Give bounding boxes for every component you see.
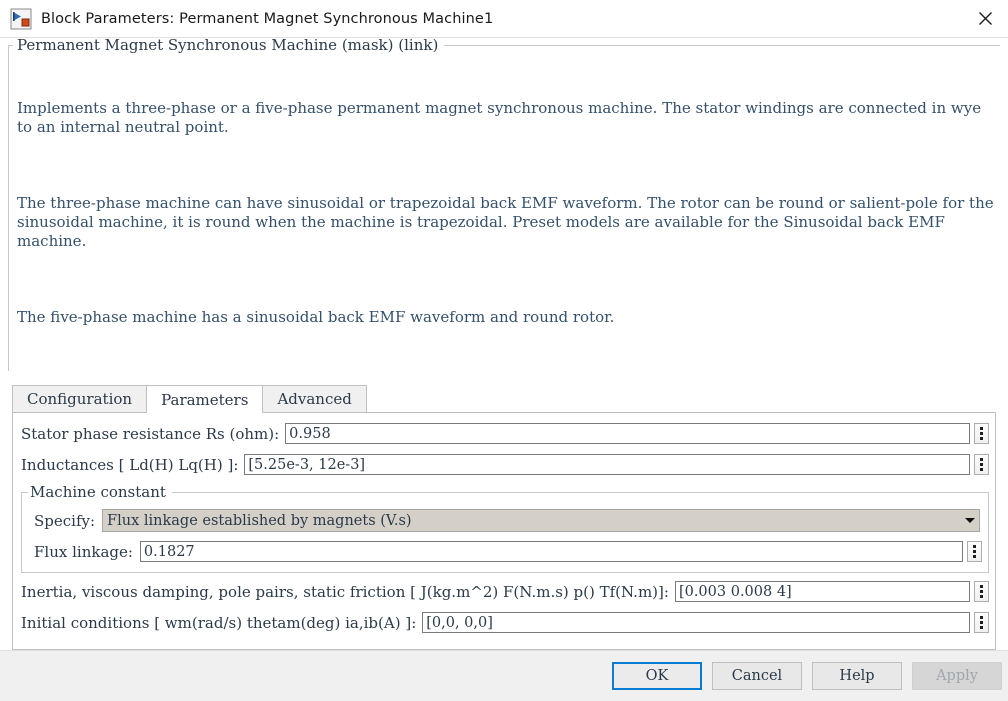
simulink-block-icon xyxy=(10,8,32,30)
help-button[interactable]: Help xyxy=(812,662,902,690)
mask-description-group: Permanent Magnet Synchronous Machine (ma… xyxy=(8,38,1000,371)
flux-linkage-options-icon[interactable] xyxy=(967,541,982,562)
title-bar: Block Parameters: Permanent Magnet Synch… xyxy=(0,0,1008,38)
stator-resistance-label: Stator phase resistance Rs (ohm): xyxy=(21,424,280,443)
dialog-content: Permanent Magnet Synchronous Machine (ma… xyxy=(0,38,1008,650)
row-inertia: Inertia, viscous damping, pole pairs, st… xyxy=(17,581,991,602)
specify-dropdown[interactable]: Flux linkage established by magnets (V.s… xyxy=(102,509,980,532)
inertia-options-icon[interactable] xyxy=(974,581,989,602)
specify-selected-value: Flux linkage established by magnets (V.s… xyxy=(107,512,412,529)
inductances-label: Inductances [ Ld(H) Lq(H) ]: xyxy=(21,455,239,474)
machine-constant-group: Machine constant Specify: Flux linkage e… xyxy=(21,485,989,573)
row-initial-conditions: Initial conditions [ wm(rad/s) thetam(de… xyxy=(17,612,991,633)
chevron-down-icon xyxy=(961,518,979,523)
flux-linkage-label: Flux linkage: xyxy=(34,542,133,561)
inertia-label: Inertia, viscous damping, pole pairs, st… xyxy=(21,582,669,601)
stator-resistance-options-icon[interactable] xyxy=(974,423,989,444)
initial-conditions-options-icon[interactable] xyxy=(974,612,989,633)
ok-button[interactable]: OK xyxy=(612,662,702,690)
block-parameters-dialog: Block Parameters: Permanent Magnet Synch… xyxy=(0,0,1008,701)
machine-constant-legend: Machine constant xyxy=(30,483,166,501)
initial-conditions-input[interactable] xyxy=(422,612,970,633)
inductances-options-icon[interactable] xyxy=(974,454,989,475)
row-inductances: Inductances [ Ld(H) Lq(H) ]: xyxy=(17,454,991,475)
description-paragraph: Implements a three-phase or a five-phase… xyxy=(17,99,986,136)
description-paragraph: The three-phase machine can have sinusoi… xyxy=(17,194,999,250)
tab-strip: Configuration Parameters Advanced xyxy=(8,385,1000,413)
description-paragraph: The five-phase machine has a sinusoidal … xyxy=(17,308,615,326)
tab-configuration[interactable]: Configuration xyxy=(12,385,148,412)
stator-resistance-input[interactable] xyxy=(285,423,970,444)
flux-linkage-input[interactable] xyxy=(139,541,963,562)
window-title: Block Parameters: Permanent Magnet Synch… xyxy=(41,10,494,27)
row-specify: Specify: Flux linkage established by mag… xyxy=(28,509,982,532)
row-flux-linkage: Flux linkage: xyxy=(28,541,982,562)
initial-conditions-label: Initial conditions [ wm(rad/s) thetam(de… xyxy=(21,613,417,632)
mask-description-legend: Permanent Magnet Synchronous Machine (ma… xyxy=(17,36,439,54)
row-stator-resistance: Stator phase resistance Rs (ohm): xyxy=(17,423,991,444)
tab-parameters[interactable]: Parameters xyxy=(146,385,264,413)
apply-button[interactable]: Apply xyxy=(912,662,1002,690)
inductances-input[interactable] xyxy=(244,454,970,475)
tab-advanced[interactable]: Advanced xyxy=(262,385,367,412)
close-icon[interactable] xyxy=(962,0,1008,37)
dialog-button-bar: OK Cancel Help Apply xyxy=(0,650,1008,701)
inertia-input[interactable] xyxy=(674,581,970,602)
mask-description-body: Implements a three-phase or a five-phase… xyxy=(13,53,996,367)
cancel-button[interactable]: Cancel xyxy=(712,662,802,690)
parameters-tab-panel: Stator phase resistance Rs (ohm): Induct… xyxy=(12,412,996,650)
specify-label: Specify: xyxy=(34,511,96,530)
